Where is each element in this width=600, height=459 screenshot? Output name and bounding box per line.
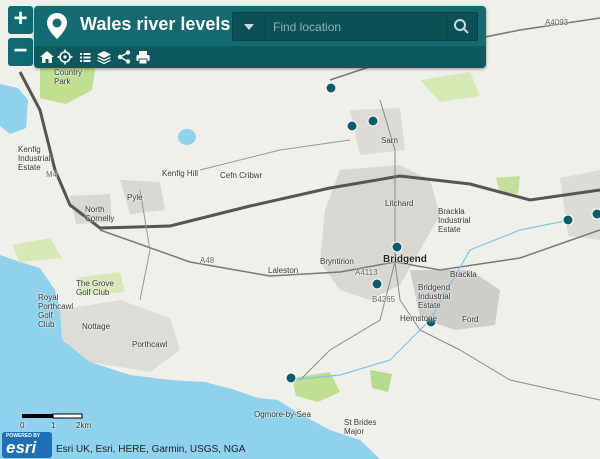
search-box <box>232 12 478 41</box>
scale-label-1: 1 <box>51 421 56 430</box>
zoom-out-button[interactable]: − <box>8 38 33 66</box>
map-label: Country Park <box>54 68 83 86</box>
app-title: Wales river levels <box>80 14 231 34</box>
search-input[interactable] <box>271 16 435 38</box>
map-label: Hernstone <box>400 314 437 323</box>
app-header: Wales river levels <box>34 6 486 68</box>
print-icon[interactable] <box>135 49 151 65</box>
road-label: M4 <box>46 170 58 179</box>
map-label: Nottage <box>82 322 111 331</box>
map-label: Bridgend Industrial Estate <box>418 283 451 310</box>
map-label: Brackla <box>450 270 477 279</box>
map-label: The Grove Golf Club <box>76 279 114 297</box>
map-label: Royal Porthcawl Golf Club <box>38 293 74 329</box>
map-label: Ford <box>462 315 479 324</box>
map-label: North Cornelly <box>85 205 115 223</box>
map-label: Kenfig Hill <box>162 169 199 178</box>
map-label: Kenfig Industrial Estate <box>18 145 51 172</box>
map-label: St Brides Major <box>344 418 377 436</box>
road-label: A4113 <box>355 268 378 277</box>
basemap[interactable] <box>0 0 600 459</box>
scale-label-0: 0 <box>20 421 25 430</box>
share-icon[interactable] <box>116 49 132 65</box>
map-label: Brackla Industrial Estate <box>438 207 471 234</box>
map-label: Porthcawl <box>132 340 168 349</box>
road-label: A4093 <box>545 18 569 27</box>
search-button[interactable] <box>446 13 477 40</box>
esri-wordmark: esri <box>6 438 37 457</box>
scale-label-2: 2km <box>76 421 92 430</box>
attribution-text: Esri UK, Esri, HERE, Garmin, USGS, NGA <box>56 444 246 455</box>
map-label: Laleston <box>268 266 299 275</box>
map-label: Bryntirion <box>320 257 354 266</box>
map-label: Litchard <box>385 199 414 208</box>
zoom-in-button[interactable]: + <box>8 6 33 34</box>
pond <box>178 129 196 145</box>
river-gauge-marker <box>562 214 574 226</box>
map-label: Bridgend <box>383 254 427 265</box>
map-label: Ogmore-by-Sea <box>254 410 311 419</box>
road-label: B4265 <box>372 295 396 304</box>
home-icon[interactable] <box>39 49 55 65</box>
map-label: Cefn Cribwr <box>220 171 263 180</box>
layers-icon[interactable] <box>96 49 112 65</box>
river-gauge-marker <box>367 115 379 127</box>
locate-icon[interactable] <box>57 49 73 65</box>
river-gauge-marker <box>591 208 600 220</box>
search-icon <box>454 19 469 34</box>
map-pin-icon <box>47 13 67 39</box>
map-label: Sarn <box>381 136 398 145</box>
search-source-dropdown[interactable] <box>233 13 266 40</box>
river-gauge-marker <box>391 241 403 253</box>
road-label: A48 <box>200 256 215 265</box>
header-top: Wales river levels <box>34 6 486 44</box>
map-label: Pyle <box>127 193 143 202</box>
list-icon[interactable] <box>77 49 93 65</box>
esri-logo[interactable]: POWERED BY esri <box>2 432 52 458</box>
river-gauge-marker <box>325 82 337 94</box>
river-gauge-marker <box>346 120 358 132</box>
toolbar <box>34 46 486 68</box>
river-gauge-marker <box>285 372 297 384</box>
river-gauge-marker <box>371 278 383 290</box>
